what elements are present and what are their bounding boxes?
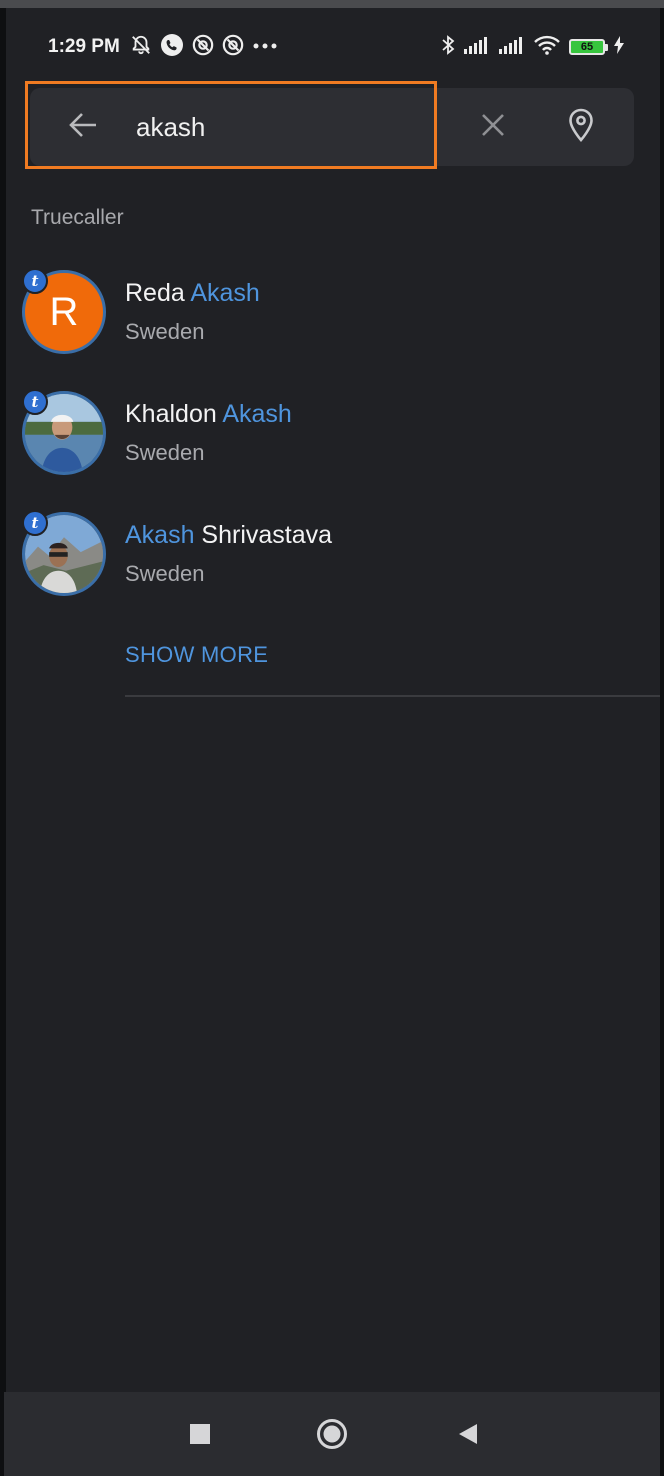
home-button[interactable] xyxy=(312,1416,352,1456)
battery-level: 65 xyxy=(580,40,594,53)
back-triangle-icon xyxy=(457,1423,479,1450)
recents-button[interactable] xyxy=(180,1416,220,1456)
contact-name: Khaldon Akash xyxy=(125,400,292,429)
name-prefix: Khaldon xyxy=(125,400,223,428)
name-match: Akash xyxy=(222,400,292,428)
search-result-item[interactable]: t Khaldon Akash Sweden xyxy=(22,389,642,475)
charging-icon xyxy=(614,35,624,59)
divider xyxy=(125,695,660,697)
status-time: 1:29 PM xyxy=(48,36,120,57)
more-dots-icon xyxy=(252,38,278,56)
home-circle-icon xyxy=(316,1418,348,1455)
contact-location: Sweden xyxy=(125,440,205,465)
bluetooth-icon xyxy=(441,34,455,60)
at-sign-icon xyxy=(192,34,214,61)
close-icon xyxy=(481,113,505,142)
bell-off-icon xyxy=(130,34,152,61)
recents-square-icon xyxy=(190,1423,210,1449)
wifi-icon xyxy=(534,35,560,60)
truecaller-badge-icon: t xyxy=(22,510,48,536)
avatar-letter: R xyxy=(49,289,79,334)
name-match: Akash xyxy=(125,521,195,549)
at-sign-icon xyxy=(222,34,244,61)
name-prefix: Reda xyxy=(125,279,191,307)
left-edge xyxy=(0,8,6,1476)
right-edge xyxy=(660,8,664,1476)
name-suffix: Shrivastava xyxy=(194,521,333,549)
signal-icon xyxy=(464,36,490,59)
back-nav-button[interactable] xyxy=(448,1416,488,1456)
location-button[interactable] xyxy=(558,102,604,152)
app-screen: 1:29 PM 65 akash Truecaller R t Reda Aka… xyxy=(0,0,664,1476)
search-result-item[interactable]: R t Reda Akash Sweden xyxy=(22,268,642,354)
contact-location: Sweden xyxy=(125,561,205,586)
name-match: Akash xyxy=(190,279,260,307)
navigation-bar xyxy=(4,1392,660,1476)
status-bar: 1:29 PM 65 xyxy=(48,32,624,62)
contact-location: Sweden xyxy=(125,319,205,344)
signal-icon xyxy=(499,36,525,59)
clear-search-button[interactable] xyxy=(470,104,516,150)
battery-icon: 65 xyxy=(569,39,608,55)
truecaller-badge-icon: t xyxy=(22,389,48,415)
show-more-button[interactable]: SHOW MORE xyxy=(125,642,268,668)
contact-name: Akash Shrivastava xyxy=(125,521,332,550)
truecaller-badge-icon: t xyxy=(22,268,48,294)
section-title: Truecaller xyxy=(31,206,124,229)
location-pin-icon xyxy=(568,108,594,147)
contact-name: Reda Akash xyxy=(125,279,260,308)
whatsapp-call-icon xyxy=(160,33,184,62)
search-field-highlight xyxy=(25,81,437,169)
search-result-item[interactable]: t Akash Shrivastava Sweden xyxy=(22,510,642,596)
